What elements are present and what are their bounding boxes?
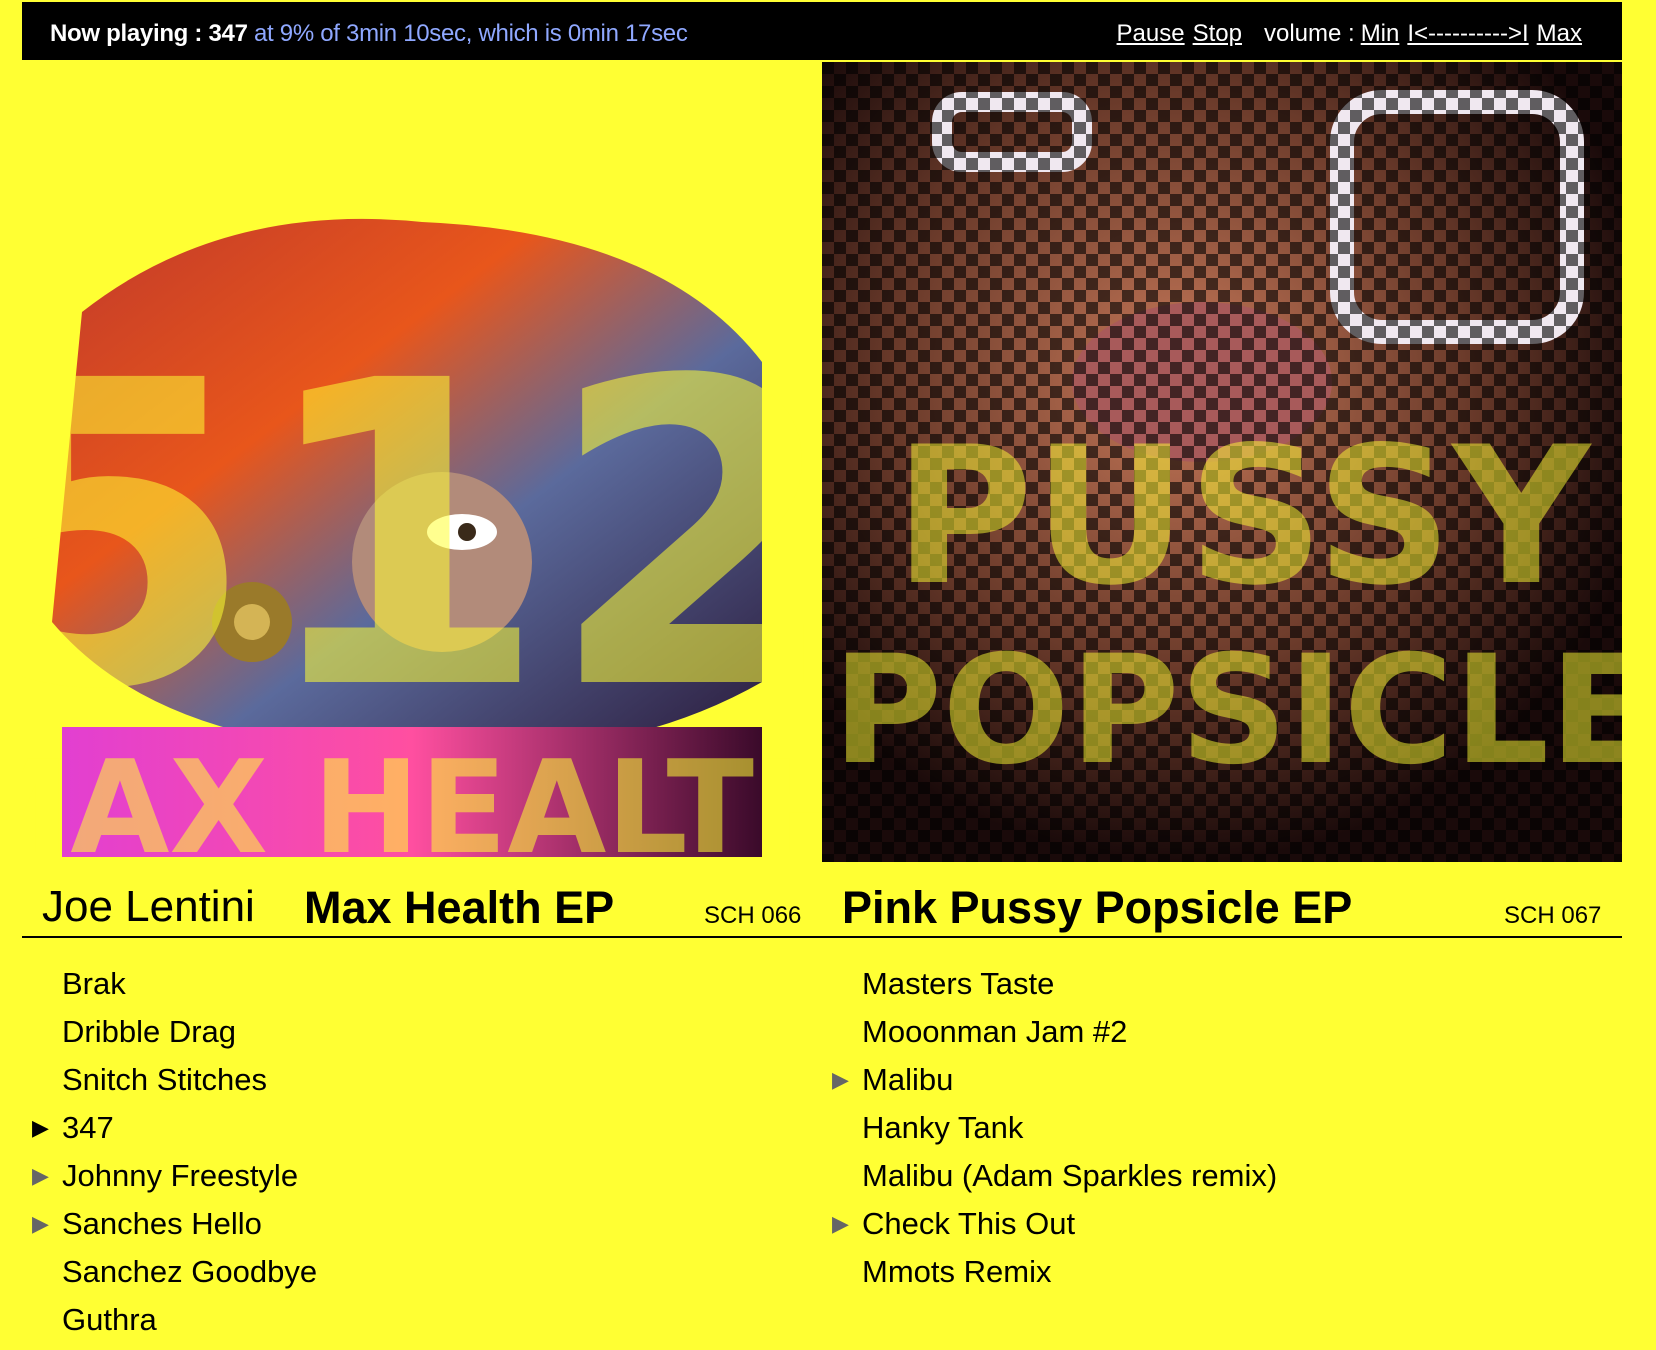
play-triangle-icon: ▶ xyxy=(32,1163,49,1188)
cover-art-pink-pussy-popsicle: PUSSY POPSICLE xyxy=(822,62,1622,862)
player-controls: Pause Stop volume : Min I<---------->I Max xyxy=(1117,20,1582,48)
album-title[interactable]: Pink Pussy Popsicle EP xyxy=(842,882,1352,934)
volume-slider[interactable]: I<---------->I xyxy=(1407,20,1528,47)
album-header-max-health: Joe Lentini Max Health EP SCH 066 xyxy=(22,882,822,934)
track-list-pink-pussy-popsicle: Masters Taste Mooonman Jam #2 ▶ Malibu Hanky… xyxy=(822,960,1277,1296)
volume-label: volume : xyxy=(1263,20,1355,47)
cover-text-512: 512 xyxy=(22,293,822,782)
track-item[interactable]: Mooonman Jam #2 xyxy=(822,1008,1277,1056)
track-name: Sanches Hello xyxy=(62,1206,262,1241)
play-triangle-icon: ▶ xyxy=(832,1067,849,1092)
cover-text-pussy: PUSSY xyxy=(894,406,1593,627)
track-name: Check This Out xyxy=(862,1206,1076,1241)
track-name: Snitch Stitches xyxy=(62,1062,268,1097)
track-item[interactable]: ▶ Johnny Freestyle xyxy=(22,1152,317,1200)
track-name: Johnny Freestyle xyxy=(62,1158,299,1193)
playing-triangle-icon: ▶ xyxy=(32,1115,49,1140)
play-triangle-icon: ▶ xyxy=(832,1211,849,1236)
volume-max-button[interactable]: Max xyxy=(1537,20,1582,47)
header-divider xyxy=(22,936,1622,938)
track-item[interactable]: Mmots Remix xyxy=(822,1248,1277,1296)
track-item[interactable]: Malibu (Adam Sparkles remix) xyxy=(822,1152,1277,1200)
play-triangle-icon: ▶ xyxy=(32,1211,49,1236)
progress-text: at 9% of 3min 10sec, which is 0min 17sec xyxy=(254,20,688,47)
catalog-number: SCH 066 xyxy=(704,902,802,929)
track-item[interactable]: Sanchez Goodbye xyxy=(22,1248,317,1296)
track-item[interactable]: Guthra xyxy=(22,1296,317,1344)
track-name: 347 xyxy=(62,1110,114,1145)
track-item[interactable]: Masters Taste xyxy=(822,960,1277,1008)
track-item[interactable]: Dribble Drag xyxy=(22,1008,317,1056)
album-cover-pink-pussy-popsicle[interactable]: PUSSY POPSICLE xyxy=(822,62,1622,862)
track-name: Mmots Remix xyxy=(862,1254,1052,1289)
track-item[interactable]: ▶ Malibu xyxy=(822,1056,1277,1104)
cover-text-max-health: MAX HEALTH xyxy=(22,734,822,862)
track-name: Masters Taste xyxy=(862,966,1055,1001)
album-title[interactable]: Max Health EP xyxy=(304,882,614,934)
track-name: Hanky Tank xyxy=(862,1110,1024,1145)
track-item[interactable]: ▶ Check This Out xyxy=(822,1200,1277,1248)
track-name: Sanchez Goodbye xyxy=(62,1254,318,1289)
track-item[interactable]: ▶ 347 xyxy=(22,1104,317,1152)
track-item[interactable]: Brak xyxy=(22,960,317,1008)
player-bar: Now playing : 347 at 9% of 3min 10sec, w… xyxy=(22,2,1622,60)
track-name: Malibu (Adam Sparkles remix) xyxy=(862,1158,1278,1193)
stop-button[interactable]: Stop xyxy=(1193,20,1242,47)
album-header-pink-pussy-popsicle: Pink Pussy Popsicle EP SCH 067 xyxy=(822,882,1622,934)
pause-button[interactable]: Pause xyxy=(1117,20,1185,47)
track-name: Brak xyxy=(62,966,126,1001)
track-name: Guthra xyxy=(62,1302,157,1337)
artist-name: Joe Lentini xyxy=(42,882,255,931)
cover-text-popsicle: POPSICLE xyxy=(832,624,1622,798)
track-item[interactable]: Hanky Tank xyxy=(822,1104,1277,1152)
now-playing: Now playing : 347 at 9% of 3min 10sec, w… xyxy=(50,20,688,48)
volume-min-button[interactable]: Min xyxy=(1361,20,1400,47)
now-playing-label: Now playing : 347 xyxy=(50,20,248,47)
track-name: Dribble Drag xyxy=(62,1014,237,1049)
track-item[interactable]: ▶ Sanches Hello xyxy=(22,1200,317,1248)
track-item[interactable]: Snitch Stitches xyxy=(22,1056,317,1104)
track-name: Malibu xyxy=(862,1062,954,1097)
album-cover-max-health[interactable]: 512 MAX HEALTH xyxy=(22,62,822,862)
cover-art-max-health: 512 MAX HEALTH xyxy=(22,62,822,862)
catalog-number: SCH 067 xyxy=(1504,902,1602,929)
track-list-max-health: Brak Dribble Drag Snitch Stitches ▶ 347 ▶ John… xyxy=(22,960,317,1344)
track-name: Mooonman Jam #2 xyxy=(862,1014,1128,1049)
